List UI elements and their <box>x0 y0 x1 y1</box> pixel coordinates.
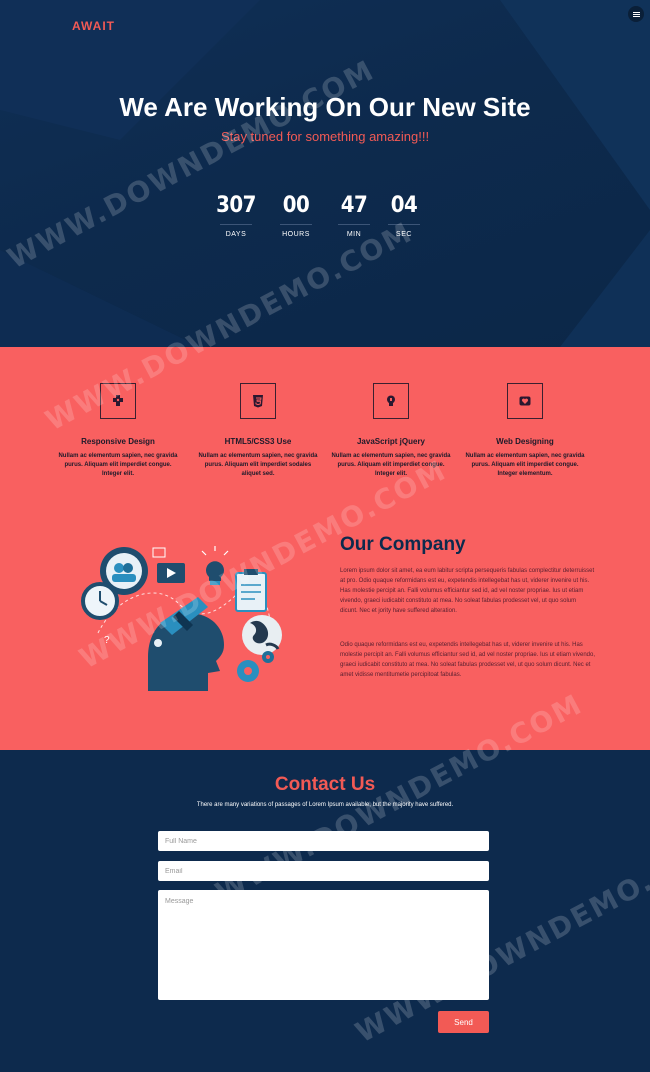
lightbulb-icon <box>373 383 409 419</box>
countdown-label: HOURS <box>282 231 310 238</box>
service-desc: Nullam ac elementum sapien, nec gravida … <box>331 453 451 477</box>
service-title: Responsive Design <box>81 437 155 446</box>
company-paragraph: Odio quaque reformidans est eu, expetend… <box>340 642 596 678</box>
hero-background <box>0 0 650 347</box>
service-title: JavaScript jQuery <box>356 437 426 446</box>
service-title: HTML5/CSS3 Use <box>224 437 292 446</box>
countdown-sec: 04 SEC <box>384 193 424 238</box>
css3-icon <box>240 383 276 419</box>
countdown-label: MIN <box>346 231 362 238</box>
service-desc: Nullam ac elementum sapien, nec gravida … <box>198 453 318 477</box>
countdown: 307 DAYS 00 HOURS 47 MIN 04 SEC <box>0 193 650 253</box>
services-section: Responsive Design Nullam ac elementum sa… <box>0 347 650 750</box>
email-input[interactable] <box>158 861 489 881</box>
contact-section: Contact Us There are many variations of … <box>0 750 650 1072</box>
full-name-input[interactable] <box>158 831 489 851</box>
countdown-label: DAYS <box>225 231 247 238</box>
send-button[interactable]: Send <box>438 1011 489 1033</box>
service-desc: Nullam ac elementum sapien, nec gravida … <box>465 453 585 477</box>
hamburger-menu-icon[interactable] <box>628 6 644 22</box>
countdown-value: 04 <box>390 193 418 218</box>
contact-title: Contact Us <box>274 774 376 795</box>
service-item: Web Designing Nullam ac elementum sapien… <box>465 383 585 479</box>
service-item: JavaScript jQuery Nullam ac elementum sa… <box>331 383 451 479</box>
company-illustration: ? <box>81 546 282 691</box>
countdown-value: 307 <box>216 193 256 218</box>
company-title: Our Company <box>340 534 466 555</box>
countdown-hours: 00 HOURS <box>276 193 316 238</box>
service-title: Web Designing <box>496 437 554 446</box>
contact-subtitle: There are many variations of passages of… <box>196 802 454 808</box>
company-paragraph: Lorem ipsum dolor sit amet, ea eum labit… <box>340 568 595 614</box>
countdown-label: SEC <box>396 231 412 238</box>
message-textarea[interactable] <box>158 890 489 1000</box>
countdown-value: 00 <box>282 193 310 218</box>
service-desc: Nullam ac elementum sapien, nec gravida … <box>58 453 178 477</box>
hero-subtitle: Stay tuned for something amazing!!! <box>220 129 430 144</box>
service-item: HTML5/CSS3 Use Nullam ac elementum sapie… <box>198 383 318 479</box>
countdown-days: 307 DAYS <box>216 193 256 238</box>
hero-title: We Are Working On Our New Site <box>119 92 531 122</box>
service-item: Responsive Design Nullam ac elementum sa… <box>58 383 178 479</box>
countdown-value: 47 <box>340 193 368 218</box>
logo[interactable]: AWAIT <box>72 19 115 33</box>
puzzle-icon <box>100 383 136 419</box>
svg-text:?: ? <box>104 635 110 646</box>
countdown-min: 47 MIN <box>334 193 374 238</box>
heart-icon <box>507 383 543 419</box>
hero-section: AWAIT We Are Working On Our New Site Sta… <box>0 0 650 347</box>
